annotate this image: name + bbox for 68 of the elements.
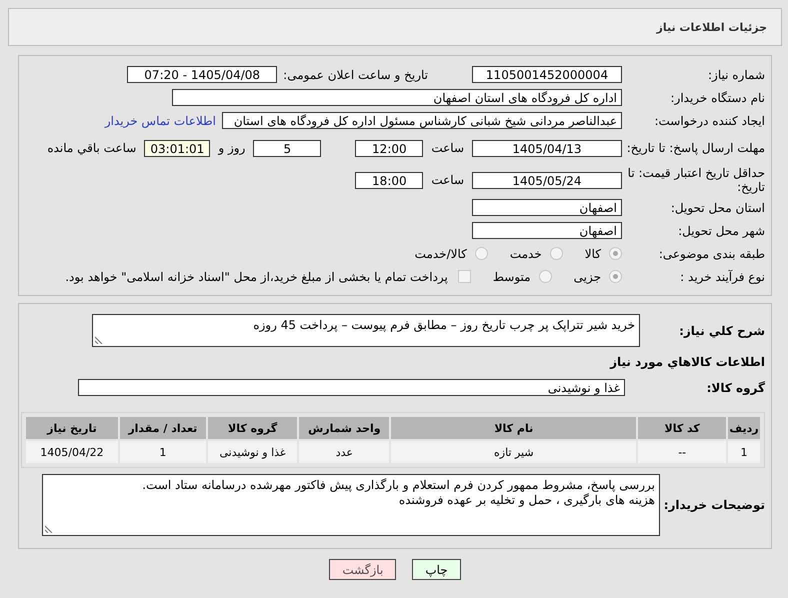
field-label: حداقل تاریخ اعتبار قیمت: تا تاریخ:: [626, 166, 765, 194]
field-label: ایجاد کننده درخواست:: [653, 114, 765, 128]
table-cell: 1405/04/22: [26, 441, 118, 463]
column-header: گروه کالا: [208, 417, 298, 439]
field-label: ساعت: [431, 141, 464, 155]
text-area-line: هزینه های بارگیری ، حمل و تخلیه بر عهده فروشنده: [398, 493, 655, 508]
field-label: استان محل تحویل:: [670, 200, 765, 214]
text-field[interactable]: 1105001452000004: [472, 66, 622, 83]
text-field[interactable]: 1405/04/13: [472, 140, 622, 156]
text-field[interactable]: غذا و نوشیدنی: [78, 379, 625, 396]
radio-label: کالا: [584, 246, 601, 260]
resize-grip-icon: [45, 525, 53, 533]
radio-button[interactable]: [538, 270, 552, 283]
table-cell: 1: [120, 441, 206, 463]
section-heading: اطلاعات کالاهاي مورد نياز: [608, 355, 765, 369]
page-title: جزئیات اطلاعات نیاز: [656, 20, 767, 34]
radio-label: خدمت: [510, 246, 542, 260]
field-label: نام دستگاه خریدار:: [670, 90, 765, 104]
table-cell: --: [638, 441, 726, 463]
radio-button[interactable]: [550, 247, 563, 260]
resize-grip-icon: [95, 336, 103, 344]
radio-button[interactable]: [474, 247, 488, 260]
column-header: تاریخ نیاز: [26, 417, 118, 439]
field-label: توضیحات خریدار:: [662, 498, 765, 512]
field-label: ساعت: [431, 173, 464, 187]
print-button[interactable]: چاپ: [412, 559, 461, 580]
field-label: تاریخ و ساعت اعلان عمومی:: [283, 68, 428, 82]
field-label: طبقه بندی موضوعی:: [658, 246, 765, 260]
text-field[interactable]: اصفهان: [472, 199, 622, 216]
field-label: گروه کالا:: [706, 380, 765, 394]
text-field[interactable]: 5: [253, 140, 322, 156]
table-cell: غذا و نوشیدنی: [208, 441, 298, 463]
radio-button[interactable]: [609, 247, 622, 260]
table-cell: عدد: [299, 441, 390, 463]
column-header: ردیف: [728, 417, 760, 439]
field-label: نوع فرآیند خرید :: [679, 270, 765, 284]
column-header: تعداد / مقدار: [120, 417, 206, 439]
text-area-value: خرید شیر تتراپک پر چرب تاریخ روز – مطابق فرم پیوست – پرداخت 45 روزه: [253, 318, 635, 332]
field-label: شرح کلي نیاز:: [678, 324, 765, 338]
column-header: واحد شمارش: [299, 417, 390, 439]
field-label: مهلت ارسال پاسخ: تا تاریخ:: [626, 141, 765, 155]
radio-button[interactable]: [609, 270, 622, 283]
text-field[interactable]: 18:00: [355, 172, 424, 188]
text-field[interactable]: 03:01:01: [144, 140, 210, 156]
table-cell: 1: [728, 441, 760, 463]
text-area[interactable]: بررسی پاسخ، مشروط ممهور کردن فرم استعلام و بارگذاری پیش فاکتور مهرشده درسامانه ستاد است. هزینه های بارگیری ، حمل و تخلیه بر عهده فروشنده: [42, 474, 660, 536]
payment-note: پرداخت تمام یا بخشی از مبلغ خرید،از محل "اسناد خزانه اسلامی" خواهد بود.: [65, 270, 448, 284]
text-field[interactable]: اداره کل فرودگاه های استان اصفهان: [172, 89, 622, 106]
column-header: کد کالا: [638, 417, 726, 439]
text-area[interactable]: خرید شیر تتراپک پر چرب تاریخ روز – مطابق فرم پیوست – پرداخت 45 روزه: [92, 314, 640, 347]
text-field[interactable]: عبدالناصر مردانی شیخ شبانی کارشناس مسئول اداره کل فرودگاه های استان: [222, 112, 622, 129]
text-field[interactable]: 1405/04/08 - 07:20: [127, 66, 278, 83]
field-label: شهر محل تحویل:: [677, 224, 765, 238]
radio-label: جزیی: [574, 270, 601, 284]
text-area-line: بررسی پاسخ، مشروط ممهور کردن فرم استعلام و بارگذاری پیش فاکتور مهرشده درسامانه ستاد است.: [141, 478, 655, 493]
text-field[interactable]: 1405/05/24: [472, 172, 622, 188]
checkbox[interactable]: [458, 270, 471, 283]
contact-link[interactable]: اطلاعات تماس خریدار: [104, 114, 216, 128]
table-cell: شیر تازه: [391, 441, 636, 463]
text-field[interactable]: 12:00: [355, 140, 424, 156]
radio-label: متوسط: [492, 270, 531, 284]
field-label: روز و: [218, 141, 246, 155]
radio-label: کالا/خدمت: [414, 246, 467, 260]
column-header: نام کالا: [391, 417, 636, 439]
field-label: شماره نیاز:: [707, 68, 765, 82]
text-field[interactable]: اصفهان: [472, 222, 622, 239]
back-button[interactable]: بازگشت: [329, 559, 396, 580]
field-label: ساعت باقي مانده: [47, 141, 136, 155]
